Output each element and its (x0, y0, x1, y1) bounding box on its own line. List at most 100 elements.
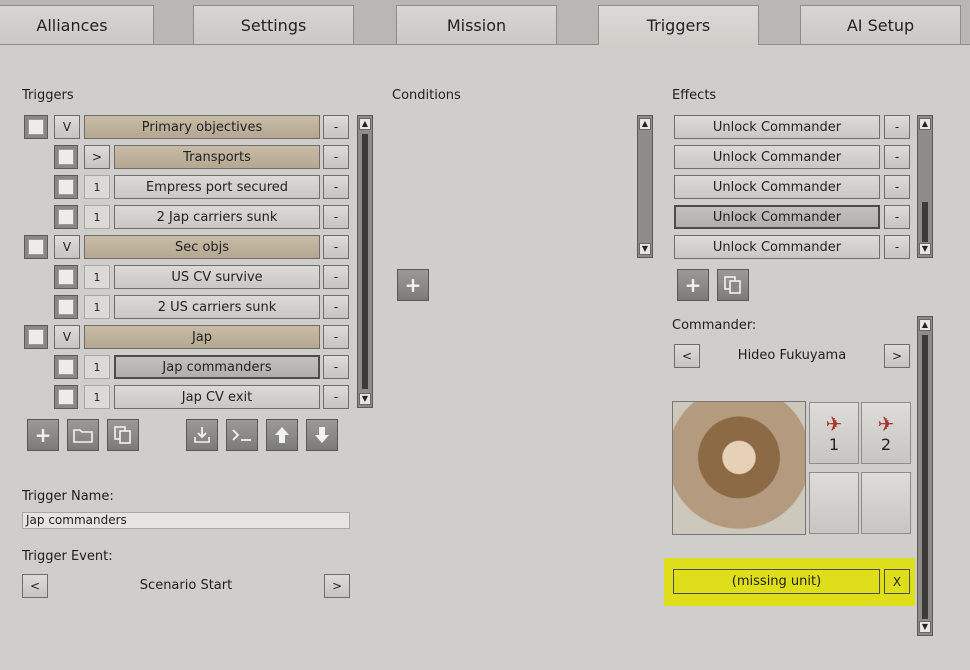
import-button[interactable] (186, 419, 218, 451)
trigger-toggle[interactable]: V (54, 325, 80, 349)
trigger-name[interactable]: Primary objectives (84, 115, 320, 139)
effect-name[interactable]: Unlock Commander (674, 175, 880, 199)
scroll-down-icon[interactable]: ▼ (919, 243, 931, 255)
trigger-list-scrollbar[interactable]: ▲ ▼ (357, 115, 373, 408)
folder-icon (73, 429, 93, 443)
add-effect-button[interactable]: + (677, 269, 709, 301)
effect-name[interactable]: Unlock Commander (674, 235, 880, 259)
trigger-toggle[interactable]: > (84, 145, 110, 169)
copy-icon (114, 426, 131, 444)
copy-trigger-button[interactable] (107, 419, 139, 451)
remove-effect-button[interactable]: - (884, 235, 910, 259)
remove-trigger-button[interactable]: - (323, 205, 349, 229)
trigger-enable-checkbox[interactable] (24, 115, 48, 139)
remove-trigger-button[interactable]: - (323, 325, 349, 349)
remove-effect-button[interactable]: - (884, 175, 910, 199)
scroll-up-icon[interactable]: ▲ (919, 118, 931, 130)
remove-effect-button[interactable]: - (884, 115, 910, 139)
trigger-enable-checkbox[interactable] (54, 145, 78, 169)
remove-effect-button[interactable]: - (884, 145, 910, 169)
move-down-button[interactable] (306, 419, 338, 451)
trigger-toggle[interactable]: 1 (84, 175, 110, 199)
tab-alliances[interactable]: Alliances (0, 5, 154, 44)
trigger-enable-checkbox[interactable] (54, 175, 78, 199)
arrow-up-icon (275, 427, 289, 443)
commander-next-button[interactable]: > (884, 344, 910, 368)
effect-name[interactable]: Unlock Commander (674, 145, 880, 169)
trigger-event-next-button[interactable]: > (324, 574, 350, 598)
remove-trigger-button[interactable]: - (323, 265, 349, 289)
effect-name[interactable]: Unlock Commander (674, 115, 880, 139)
commander-scrollbar[interactable]: ▲ ▼ (917, 316, 933, 636)
trigger-name[interactable]: Sec objs (84, 235, 320, 259)
trigger-name[interactable]: Jap (84, 325, 320, 349)
remove-trigger-button[interactable]: - (323, 295, 349, 319)
remove-trigger-button[interactable]: - (323, 175, 349, 199)
trigger-toggle[interactable]: V (54, 115, 80, 139)
add-condition-button[interactable]: + (397, 269, 429, 301)
scroll-down-icon[interactable]: ▼ (359, 393, 371, 405)
trigger-name[interactable]: US CV survive (114, 265, 320, 289)
trigger-enable-checkbox[interactable] (24, 235, 48, 259)
tab-mission[interactable]: Mission (396, 5, 557, 44)
remove-trigger-button[interactable]: - (323, 385, 349, 409)
scroll-thumb[interactable] (362, 134, 368, 389)
unit-slot-2[interactable]: ✈ 2 (861, 402, 911, 464)
trigger-enable-checkbox[interactable] (24, 325, 48, 349)
commander-prev-button[interactable]: < (674, 344, 700, 368)
trigger-name[interactable]: 2 US carriers sunk (114, 295, 320, 319)
remove-effect-button[interactable]: - (884, 205, 910, 229)
tab-triggers[interactable]: Triggers (598, 5, 759, 45)
effects-heading: Effects (672, 88, 717, 103)
remove-trigger-button[interactable]: - (323, 115, 349, 139)
unit-slot-1[interactable]: ✈ 1 (809, 402, 859, 464)
trigger-toggle[interactable]: 1 (84, 355, 110, 379)
trigger-name[interactable]: Jap CV exit (114, 385, 320, 409)
trigger-enable-checkbox[interactable] (54, 355, 78, 379)
trigger-name[interactable]: Empress port secured (114, 175, 320, 199)
trigger-enable-checkbox[interactable] (54, 385, 78, 409)
unit-count: 1 (828, 434, 840, 454)
remove-trigger-button[interactable]: - (323, 355, 349, 379)
trigger-name[interactable]: Jap commanders (114, 355, 320, 379)
effects-scrollbar[interactable]: ▲ ▼ (917, 115, 933, 258)
scroll-down-icon[interactable]: ▼ (639, 243, 651, 255)
triggers-heading: Triggers (22, 88, 74, 103)
scroll-down-icon[interactable]: ▼ (919, 621, 931, 633)
scroll-thumb[interactable] (922, 335, 928, 619)
scroll-up-icon[interactable]: ▲ (919, 319, 931, 331)
unit-slot-4[interactable] (861, 472, 911, 534)
trigger-name-input[interactable]: Jap commanders (22, 512, 350, 529)
plane-icon: ✈ (825, 411, 843, 436)
trigger-enable-checkbox[interactable] (54, 205, 78, 229)
trigger-toggle[interactable]: 1 (84, 265, 110, 289)
console-button[interactable] (226, 419, 258, 451)
remove-missing-unit-button[interactable]: X (884, 569, 910, 594)
remove-trigger-button[interactable]: - (323, 145, 349, 169)
tab-settings[interactable]: Settings (193, 5, 354, 44)
trigger-name[interactable]: 2 Jap carriers sunk (114, 205, 320, 229)
add-folder-button[interactable] (67, 419, 99, 451)
effect-name[interactable]: Unlock Commander (674, 205, 880, 229)
tab-ai-setup[interactable]: AI Setup (800, 5, 961, 44)
trigger-toggle[interactable]: 1 (84, 205, 110, 229)
trigger-name[interactable]: Transports (114, 145, 320, 169)
scroll-up-icon[interactable]: ▲ (359, 118, 371, 130)
scroll-up-icon[interactable]: ▲ (639, 118, 651, 130)
effects-left-scrollbar[interactable]: ▲ ▼ (637, 115, 653, 258)
move-up-button[interactable] (266, 419, 298, 451)
remove-trigger-button[interactable]: - (323, 235, 349, 259)
unit-slot-3[interactable] (809, 472, 859, 534)
trigger-event-prev-button[interactable]: < (22, 574, 48, 598)
add-trigger-button[interactable]: + (27, 419, 59, 451)
copy-icon (724, 276, 741, 294)
scroll-thumb[interactable] (922, 202, 928, 242)
trigger-enable-checkbox[interactable] (54, 265, 78, 289)
trigger-enable-checkbox[interactable] (54, 295, 78, 319)
copy-effect-button[interactable] (717, 269, 749, 301)
trigger-toggle[interactable]: V (54, 235, 80, 259)
tab-bar: Alliances Settings Mission Triggers AI S… (0, 0, 970, 45)
trigger-toggle[interactable]: 1 (84, 295, 110, 319)
missing-unit-button[interactable]: (missing unit) (673, 569, 880, 594)
trigger-toggle[interactable]: 1 (84, 385, 110, 409)
